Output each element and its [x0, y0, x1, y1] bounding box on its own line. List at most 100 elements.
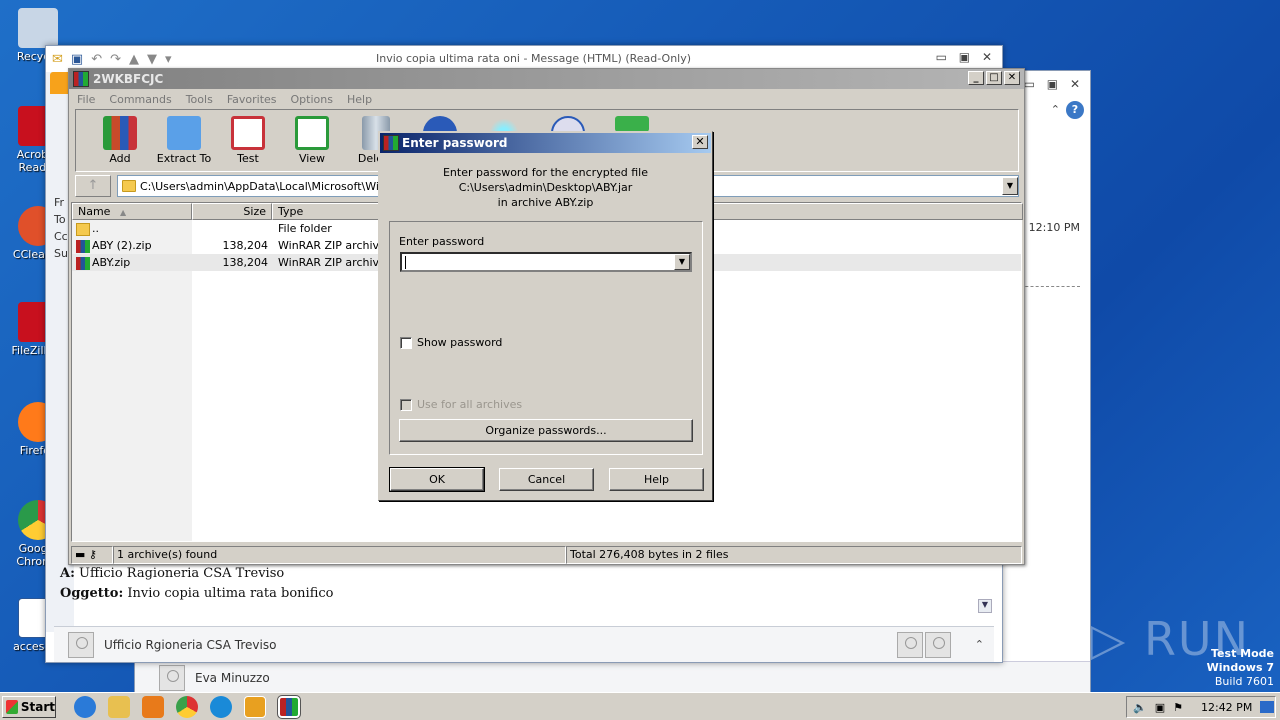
redo-icon[interactable]: ↷: [110, 52, 121, 67]
internet-explorer-icon[interactable]: [74, 695, 96, 718]
recycle-bin-icon: [18, 8, 58, 48]
menu-commands[interactable]: Commands: [109, 93, 171, 106]
avatar: [159, 664, 185, 691]
add-button[interactable]: Add: [92, 110, 148, 171]
system-tray: 🔈 ▣ ⚑ 12:42 PM: [1126, 696, 1276, 718]
file-explorer-icon[interactable]: [108, 695, 130, 718]
winrar-logo-icon: [383, 135, 399, 151]
folder-icon: [76, 222, 90, 236]
people-pane-back: Eva Minuzzo: [135, 661, 1090, 693]
show-password-checkbox[interactable]: Show password: [400, 336, 502, 349]
network-icon[interactable]: ▣: [1155, 701, 1165, 714]
winrar-logo-icon: [73, 71, 89, 87]
outlook-icon[interactable]: [244, 695, 266, 718]
media-player-icon[interactable]: [142, 695, 164, 718]
view-book-icon: [295, 116, 329, 150]
message-date: 4 12:10 PM: [1018, 221, 1080, 234]
people-avatars: [896, 631, 951, 658]
body-line-subject: Oggetto: Invio copia ultima rata bonific…: [60, 586, 334, 601]
status-right: Total 276,408 bytes in 2 files: [566, 546, 1022, 564]
windows-logo-icon: [6, 699, 18, 714]
avatar[interactable]: [896, 631, 923, 658]
add-icon: [103, 116, 137, 150]
people-pane-name: Eva Minuzzo: [195, 670, 270, 685]
message-body: A: Ufficio Ragioneria CSA Treviso Oggett…: [60, 564, 334, 604]
column-header-name[interactable]: Name ▲: [72, 203, 192, 220]
close-button[interactable]: ✕: [692, 135, 708, 149]
view-button[interactable]: View: [284, 110, 340, 171]
edge-icon[interactable]: [210, 695, 232, 718]
body-line-to: A: Ufficio Ragioneria CSA Treviso: [60, 566, 285, 581]
people-pane: Ufficio Rgioneria CSA Treviso ⌃: [54, 626, 994, 662]
window-controls[interactable]: ▭ ▣ ✕: [1024, 77, 1084, 91]
use-for-all-archives-checkbox: Use for all archives: [400, 398, 522, 411]
dialog-message: Enter password for the encrypted file C:…: [442, 166, 649, 209]
folder-icon: [122, 180, 136, 192]
repair-icon: [615, 116, 649, 132]
volume-icon[interactable]: 🔈: [1133, 701, 1147, 714]
status-left: 1 archive(s) found: [113, 546, 566, 564]
password-label: Enter password: [399, 235, 485, 248]
help-icon[interactable]: ?: [1066, 101, 1084, 119]
start-button[interactable]: Start: [2, 695, 56, 718]
menu-options[interactable]: Options: [291, 93, 333, 106]
next-item-icon[interactable]: ▼: [147, 52, 157, 67]
collapse-ribbon-icon[interactable]: ⌃: [1051, 103, 1060, 116]
clock[interactable]: 12:42 PM: [1201, 701, 1252, 714]
checkbox: [400, 398, 412, 411]
show-desktop-icon[interactable]: [1260, 701, 1275, 713]
winrar-archive-icon: [76, 256, 90, 270]
sort-ascending-icon: ▲: [119, 208, 127, 217]
menu-favorites[interactable]: Favorites: [227, 93, 277, 106]
column-header-size[interactable]: Size: [192, 203, 272, 220]
organize-passwords-button[interactable]: Organize passwords...: [399, 419, 693, 442]
window-title: 2WKBFCJC: [93, 72, 164, 86]
password-group: Enter password ▼ Show password Use for a…: [389, 221, 703, 455]
text-caret: [405, 256, 406, 269]
title-bar: 2WKBFCJC _ □ ✕: [69, 69, 1024, 89]
header-labels: Fr To Cc Su: [54, 196, 68, 260]
avatar[interactable]: [924, 631, 951, 658]
help-button[interactable]: Help: [609, 468, 704, 491]
path-text: C:\Users\admin\AppData\Local\Microsoft\W…: [140, 179, 415, 193]
cancel-button[interactable]: Cancel: [499, 468, 594, 491]
menu-bar: File Commands Tools Favorites Options He…: [69, 89, 1024, 109]
customize-toolbar-icon[interactable]: ▾: [165, 52, 172, 67]
dialog-title: Enter password: [402, 136, 508, 150]
menu-tools[interactable]: Tools: [186, 93, 213, 106]
close-button[interactable]: ✕: [1004, 71, 1020, 85]
taskbar: Start 🔈 ▣ ⚑ 12:42 PM: [0, 692, 1280, 720]
path-dropdown-button[interactable]: ▼: [1002, 177, 1018, 195]
password-input[interactable]: ▼: [400, 252, 692, 272]
password-history-dropdown[interactable]: ▼: [674, 254, 690, 270]
checkbox[interactable]: [400, 336, 412, 349]
avatar: [68, 631, 94, 658]
menu-help[interactable]: Help: [347, 93, 372, 106]
test-mode-label: Test Mode Windows 7 Build 7601: [1206, 647, 1274, 688]
dialog-title-bar: Enter password: [380, 133, 711, 153]
winrar-taskbar-icon[interactable]: [277, 694, 301, 719]
extract-to-button[interactable]: Extract To: [156, 110, 212, 171]
mail-icon: ✉: [52, 51, 63, 67]
drive-key-icons: ▬ ⚷: [71, 546, 113, 564]
menu-file[interactable]: File: [77, 93, 95, 106]
window-controls[interactable]: ▭ ▣ ✕: [936, 50, 996, 64]
enter-password-dialog: Enter password ✕ Enter password for the …: [378, 131, 713, 501]
ok-button[interactable]: OK: [389, 467, 485, 492]
status-bar: ▬ ⚷ 1 archive(s) found Total 276,408 byt…: [71, 546, 1022, 564]
action-center-flag-icon[interactable]: ⚑: [1173, 701, 1183, 714]
test-button[interactable]: Test: [220, 110, 276, 171]
expand-people-pane-icon[interactable]: ⌃: [975, 638, 984, 651]
minimize-button[interactable]: _: [968, 71, 984, 85]
chrome-icon[interactable]: [176, 695, 198, 718]
undo-icon[interactable]: ↶: [91, 52, 102, 67]
people-pane-name: Ufficio Rgioneria CSA Treviso: [104, 637, 277, 652]
scroll-down-button[interactable]: ▼: [978, 599, 992, 613]
window-title: Invio copia ultima rata oni - Message (H…: [376, 52, 692, 65]
save-icon[interactable]: ▣: [71, 52, 83, 67]
maximize-button[interactable]: □: [986, 71, 1002, 85]
previous-item-icon[interactable]: ▲: [129, 52, 139, 67]
up-one-level-button[interactable]: ↑: [75, 175, 111, 197]
test-clipboard-icon: [231, 116, 265, 150]
extract-folder-icon: [167, 116, 201, 150]
